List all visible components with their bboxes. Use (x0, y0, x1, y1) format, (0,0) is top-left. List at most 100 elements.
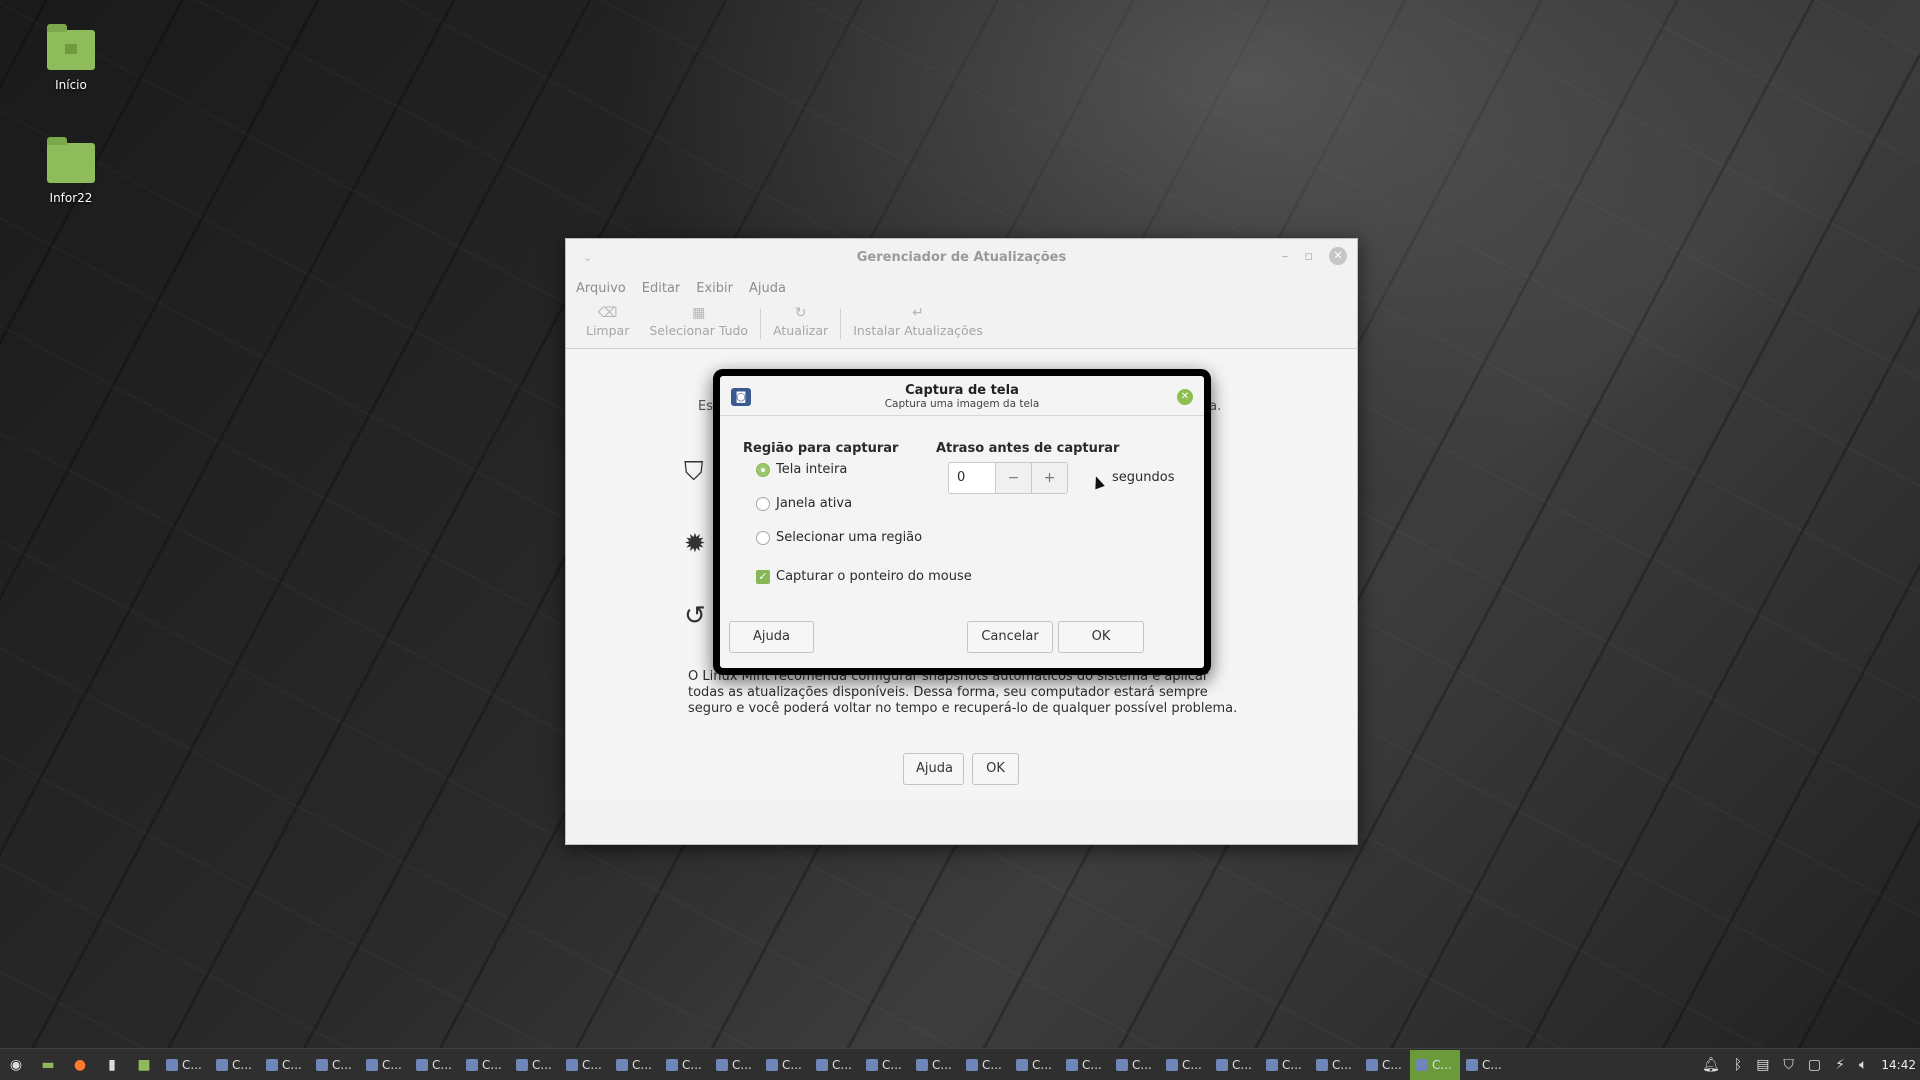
taskbar-task-button[interactable]: C... (860, 1050, 910, 1080)
taskbar-task-button[interactable]: C... (260, 1050, 310, 1080)
taskbar-task-button[interactable]: C... (810, 1050, 860, 1080)
app-icon (316, 1058, 328, 1071)
menu-icon[interactable]: ◉ (3, 1052, 29, 1078)
clipboard-icon[interactable]: ▤ (1756, 1057, 1769, 1073)
files-icon[interactable]: ■ (131, 1052, 157, 1078)
notifications-icon[interactable]: 🔔︎ (1702, 1057, 1720, 1073)
radio-label: Janela ativa (776, 496, 853, 511)
task-label: C... (532, 1057, 552, 1072)
radio-selected-icon[interactable] (756, 462, 770, 477)
app-icon (416, 1058, 428, 1071)
taskbar-task-button[interactable]: C... (310, 1050, 360, 1080)
dialog-cancel-button[interactable]: Cancelar (967, 621, 1053, 653)
dialog-ok-button[interactable]: OK (1058, 621, 1144, 653)
taskbar-task-button[interactable]: C... (960, 1050, 1010, 1080)
region-title: Região para capturar (743, 441, 899, 456)
checkbox-checked-icon[interactable]: ✓ (756, 569, 770, 584)
taskbar-task-button[interactable]: C... (460, 1050, 510, 1080)
increment-button[interactable]: + (1032, 462, 1068, 494)
taskbar-task-button[interactable]: C... (360, 1050, 410, 1080)
power-icon[interactable]: ⚡︎ (1835, 1057, 1845, 1073)
ok-button[interactable]: OK (972, 753, 1019, 785)
delay-input[interactable]: 0 (948, 462, 996, 494)
title-bar[interactable]: ⌄ Gerenciador de Atualizações – ▫ ✕ (566, 239, 1357, 275)
task-label: C... (1482, 1057, 1502, 1072)
window-tray-icon[interactable]: ▢ (1808, 1057, 1821, 1073)
task-label: C... (1032, 1057, 1052, 1072)
taskbar-task-button[interactable]: C... (1160, 1050, 1210, 1080)
taskbar-task-button[interactable]: C... (1310, 1050, 1360, 1080)
taskbar-task-button[interactable]: C... (1210, 1050, 1260, 1080)
install-updates-button[interactable]: ↵ Instalar Atualizações (843, 301, 993, 342)
menu-help[interactable]: Ajuda (749, 281, 786, 296)
taskbar-task-button[interactable]: C... (560, 1050, 610, 1080)
taskbar-task-button[interactable]: C... (410, 1050, 460, 1080)
taskbar-task-button[interactable]: C... (160, 1050, 210, 1080)
minimize-icon[interactable]: – (1282, 249, 1289, 264)
menu-view[interactable]: Exibir (696, 281, 733, 296)
radio-active-window[interactable]: Janela ativa (756, 496, 852, 511)
select-all-button[interactable]: ▦ Selecionar Tudo (639, 301, 758, 342)
radio-full-screen[interactable]: Tela inteira (756, 462, 847, 477)
capture-pointer-checkbox[interactable]: ✓ Capturar o ponteiro do mouse (756, 569, 972, 584)
taskbar-task-button[interactable]: C... (1360, 1050, 1410, 1080)
bluetooth-icon[interactable]: ᛒ (1734, 1057, 1742, 1073)
radio-icon[interactable] (756, 496, 770, 511)
firefox-icon[interactable]: ● (67, 1052, 93, 1078)
terminal-icon[interactable]: ▮ (99, 1052, 125, 1078)
shield-tray-icon[interactable]: ⛉ (1783, 1057, 1794, 1073)
desktop-icon-home[interactable]: Início (16, 24, 126, 92)
taskbar-task-button[interactable]: C... (1010, 1050, 1060, 1080)
partial-text-left: Es (698, 399, 713, 414)
taskbar-task-button[interactable]: C... (610, 1050, 660, 1080)
toolbar-separator (840, 309, 842, 339)
app-icon (616, 1058, 628, 1071)
recommendation-text: O Linux Mint recomenda configurar snapsh… (688, 669, 1238, 716)
volume-icon[interactable]: 🔈︎ (1859, 1057, 1867, 1073)
task-label: C... (982, 1057, 1002, 1072)
clear-label: Limpar (586, 323, 630, 338)
app-icon (716, 1058, 728, 1071)
taskbar-task-button[interactable]: C... (210, 1050, 260, 1080)
maximize-icon[interactable]: ▫ (1304, 249, 1313, 264)
task-label: C... (932, 1057, 952, 1072)
task-label: C... (182, 1057, 202, 1072)
select-all-label: Selecionar Tudo (649, 323, 749, 338)
help-button[interactable]: Ajuda (903, 753, 964, 785)
decrement-button[interactable]: − (996, 462, 1032, 494)
dialog-close-icon[interactable]: ✕ (1177, 389, 1193, 405)
menu-edit[interactable]: Editar (642, 281, 681, 296)
taskbar-task-button[interactable]: C... (510, 1050, 560, 1080)
taskbar-task-button[interactable]: C... (1060, 1050, 1110, 1080)
taskbar-task-button[interactable]: C... (1260, 1050, 1310, 1080)
clear-button[interactable]: ⌫ Limpar (576, 301, 639, 342)
close-icon[interactable]: ✕ (1329, 247, 1347, 265)
folder-icon (47, 137, 95, 183)
task-label: C... (282, 1057, 302, 1072)
app-icon (216, 1058, 228, 1071)
refresh-button[interactable]: ↻ Atualizar (763, 301, 838, 342)
taskbar-task-button[interactable]: C... (1410, 1049, 1460, 1080)
toolbar-separator (760, 309, 762, 339)
menu-file[interactable]: Arquivo (576, 281, 626, 296)
task-label: C... (1182, 1057, 1202, 1072)
clock[interactable]: 14:42 (1881, 1058, 1916, 1072)
radio-icon[interactable] (756, 530, 770, 545)
clear-icon: ⌫ (597, 305, 618, 321)
taskbar-task-button[interactable]: C... (760, 1050, 810, 1080)
task-label: C... (1232, 1057, 1252, 1072)
install-icon: ↵ (912, 305, 924, 321)
taskbar: ◉ ▬ ● ▮ ■ C... C... C... C... C... C... C... C.… (0, 1048, 1920, 1080)
app-icon (516, 1058, 528, 1071)
taskbar-task-button[interactable]: C... (1460, 1050, 1510, 1080)
taskbar-task-button[interactable]: C... (910, 1050, 960, 1080)
desktop-icon-infor22[interactable]: Infor22 (16, 137, 126, 205)
show-desktop-icon[interactable]: ▬ (35, 1052, 61, 1078)
taskbar-task-button[interactable]: C... (710, 1050, 760, 1080)
taskbar-task-button[interactable]: C... (660, 1050, 710, 1080)
radio-select-region[interactable]: Selecionar uma região (756, 530, 922, 545)
app-icon (1216, 1058, 1228, 1071)
dialog-help-button[interactable]: Ajuda (729, 621, 814, 653)
taskbar-task-button[interactable]: C... (1110, 1050, 1160, 1080)
task-label: C... (1332, 1057, 1352, 1072)
